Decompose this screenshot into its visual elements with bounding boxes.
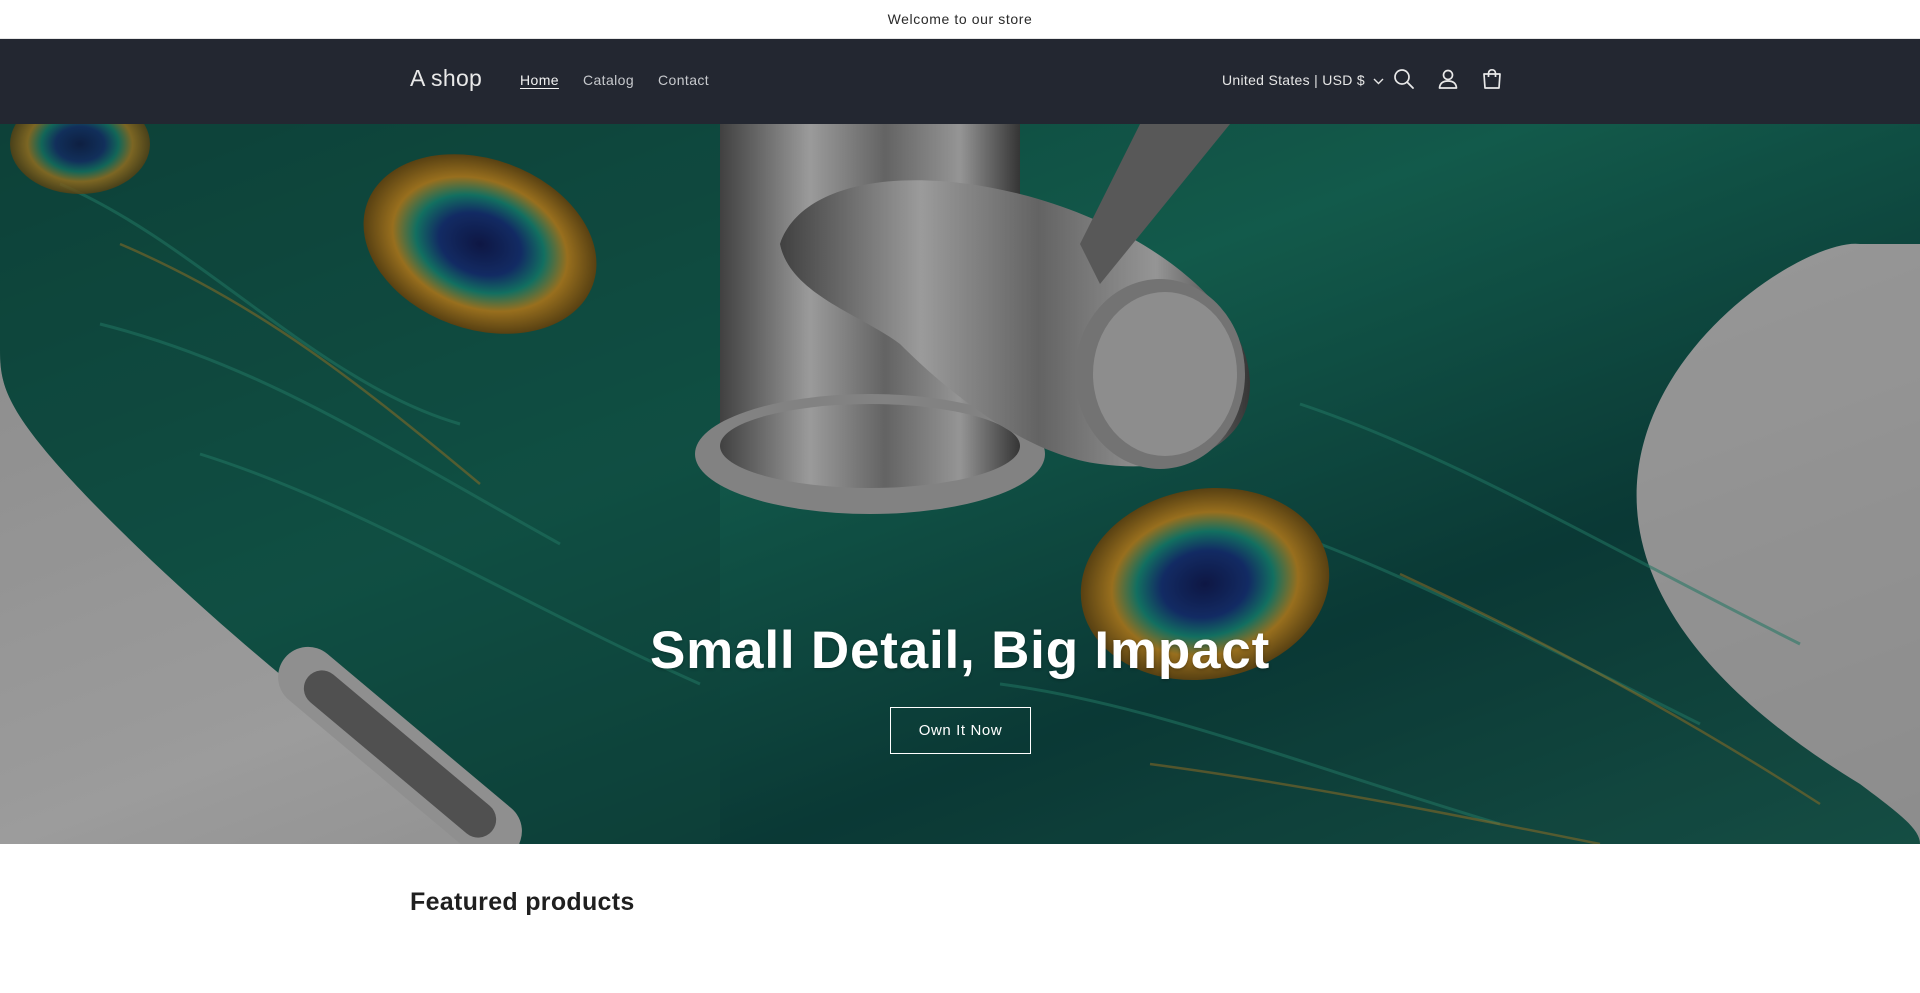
own-it-now-button[interactable]: Own It Now	[890, 707, 1031, 754]
nav-link-contact[interactable]: Contact	[658, 72, 709, 88]
account-icon	[1437, 68, 1459, 95]
search-button[interactable]	[1390, 67, 1418, 95]
locale-label: United States | USD $	[1222, 72, 1365, 88]
country-currency-selector[interactable]: United States | USD $	[1222, 72, 1384, 88]
main-nav: Home Catalog Contact	[520, 72, 709, 88]
hero-title: Small Detail, Big Impact	[649, 621, 1271, 680]
store-logo[interactable]: A shop	[410, 65, 482, 92]
site-header: A shop Home Catalog Contact United State…	[0, 39, 1920, 124]
search-icon	[1393, 68, 1415, 95]
cart-icon	[1481, 68, 1503, 95]
chevron-down-icon	[1373, 72, 1384, 88]
announcement-bar: Welcome to our store	[0, 0, 1920, 39]
cart-button[interactable]	[1478, 67, 1506, 95]
account-button[interactable]	[1434, 67, 1462, 95]
featured-products-heading: Featured products	[410, 888, 635, 916]
nav-link-home[interactable]: Home	[520, 72, 559, 88]
announcement-text: Welcome to our store	[887, 11, 1033, 27]
nav-link-catalog[interactable]: Catalog	[583, 72, 634, 88]
hero-banner: Small Detail, Big Impact Own It Now	[0, 124, 1920, 844]
